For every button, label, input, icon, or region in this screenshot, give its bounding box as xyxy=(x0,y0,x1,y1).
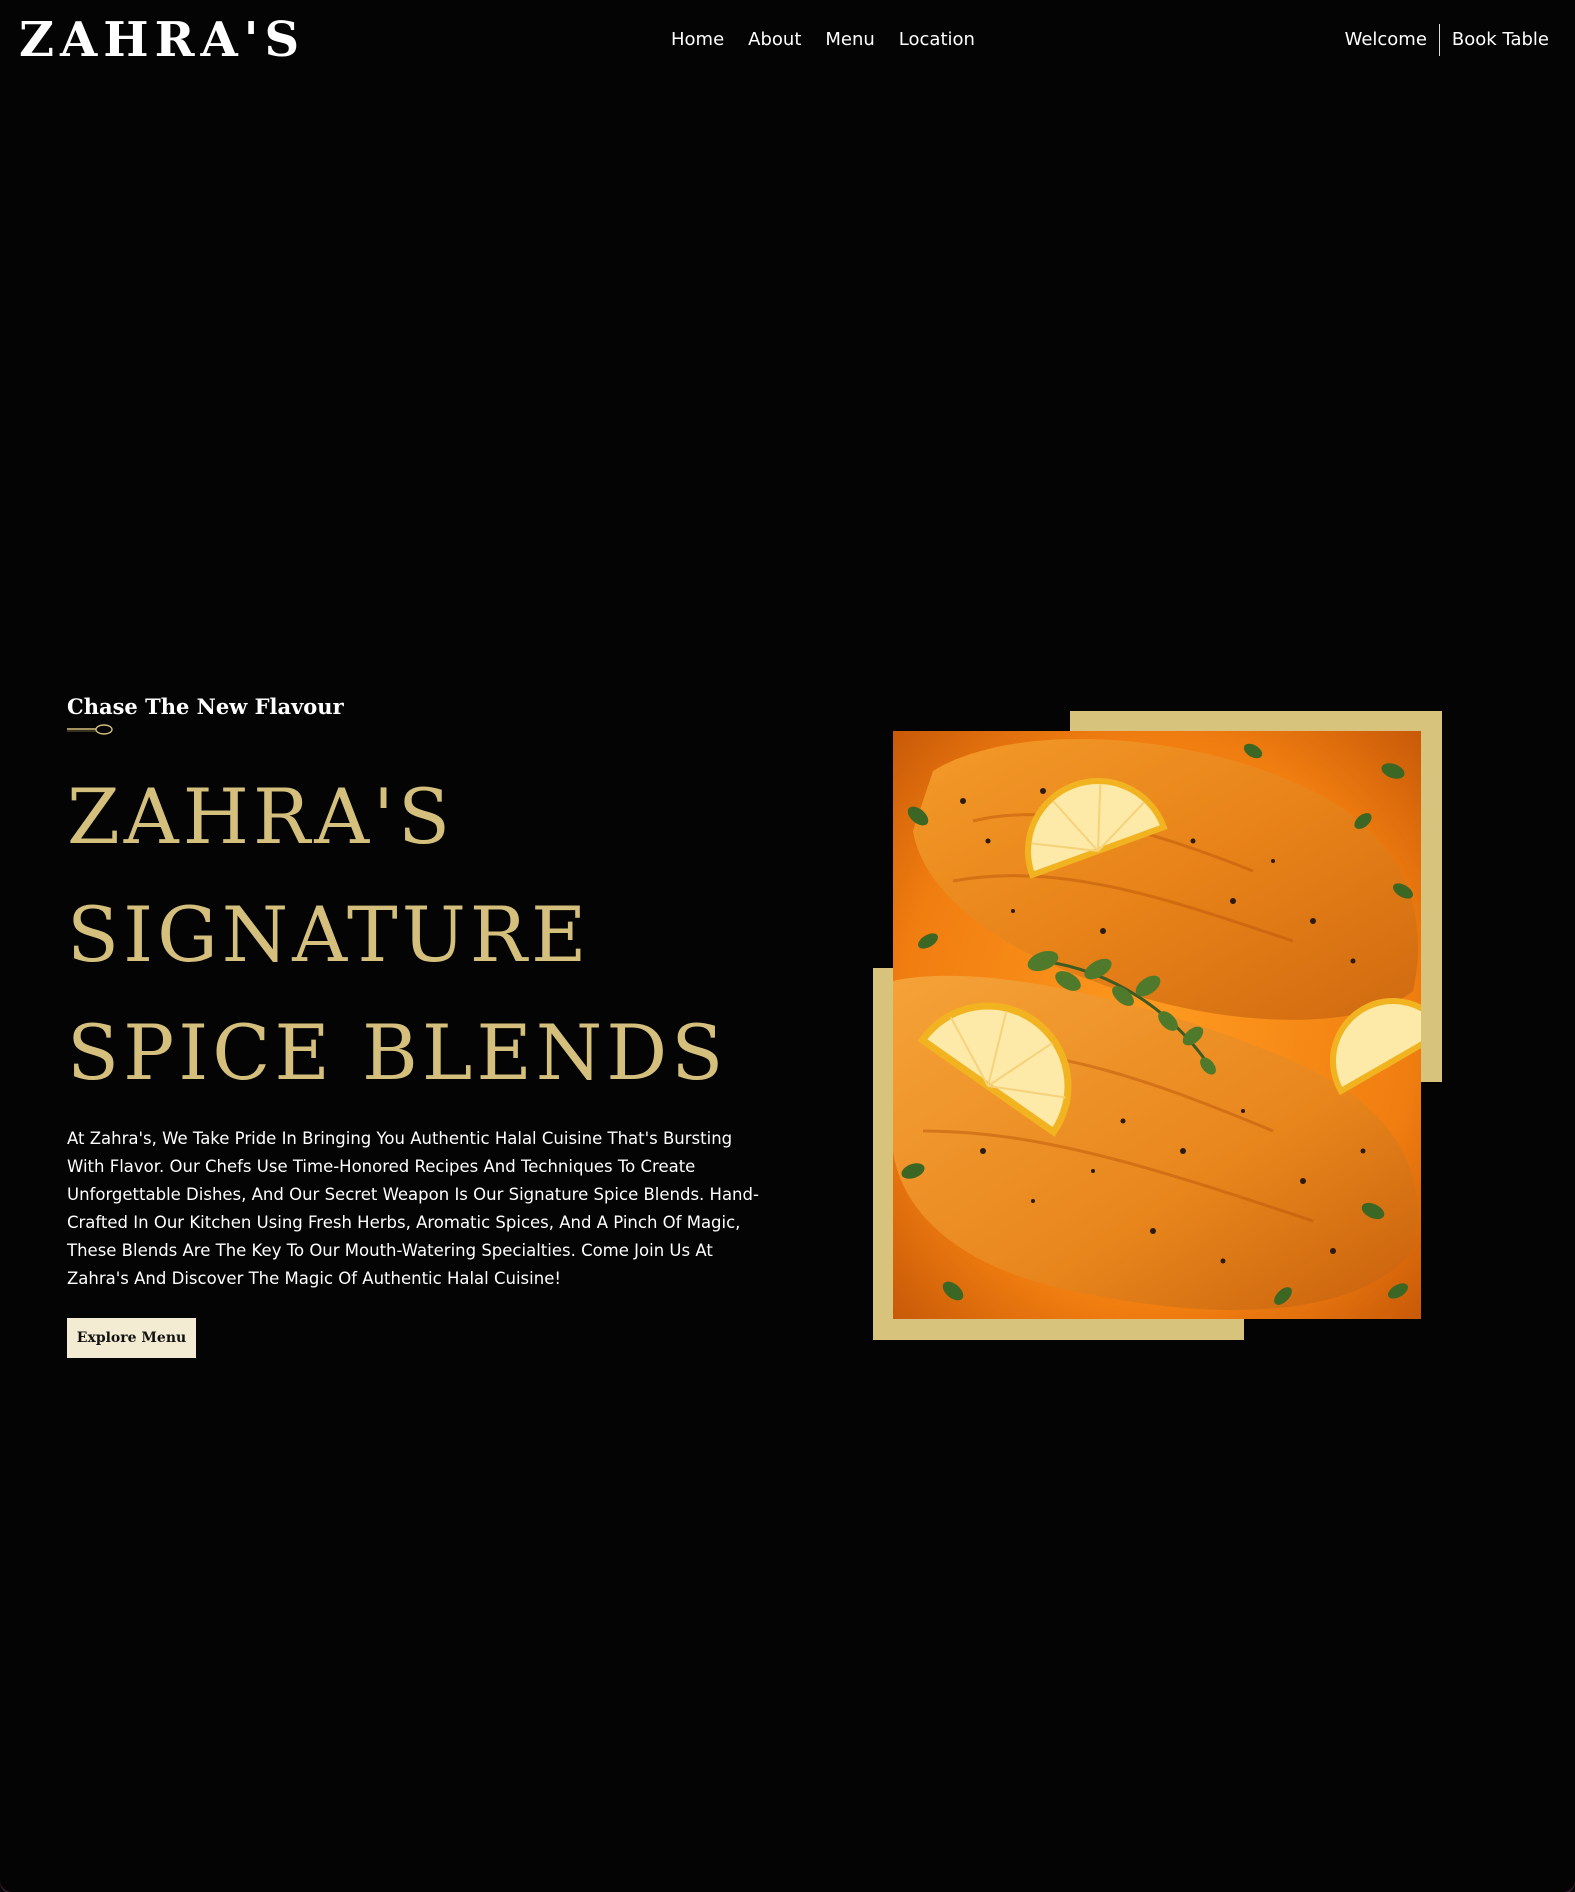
site-logo[interactable]: ZAHRA'S xyxy=(19,10,305,70)
nav-location[interactable]: Location xyxy=(887,26,987,54)
hero-eyebrow: Chase The New Flavour xyxy=(67,694,344,719)
page: ZAHRA'S Home About Menu Location Welcome… xyxy=(0,0,1575,1892)
header-actions: Welcome Book Table xyxy=(1345,23,1549,57)
hero-title-line-2: SIGNATURE xyxy=(67,890,591,979)
hero-title: ZAHRA'S SIGNATURE SPICE BLENDS xyxy=(67,758,827,1112)
hero-title-line-1: ZAHRA'S xyxy=(67,772,455,861)
welcome-link[interactable]: Welcome xyxy=(1345,23,1427,57)
spoon-divider-icon xyxy=(67,724,113,735)
header-divider xyxy=(1438,24,1440,56)
nav-about[interactable]: About xyxy=(736,26,813,54)
hero-description: At Zahra's, We Take Pride In Bringing Yo… xyxy=(67,1129,759,1288)
salmon-dish-image xyxy=(893,731,1421,1319)
nav-home[interactable]: Home xyxy=(659,26,736,54)
explore-menu-button[interactable]: Explore Menu xyxy=(67,1318,196,1358)
nav-menu[interactable]: Menu xyxy=(813,26,886,54)
hero-title-line-3: SPICE BLENDS xyxy=(67,1008,728,1097)
book-table-link[interactable]: Book Table xyxy=(1452,23,1549,57)
main-nav: Home About Menu Location xyxy=(659,26,987,54)
